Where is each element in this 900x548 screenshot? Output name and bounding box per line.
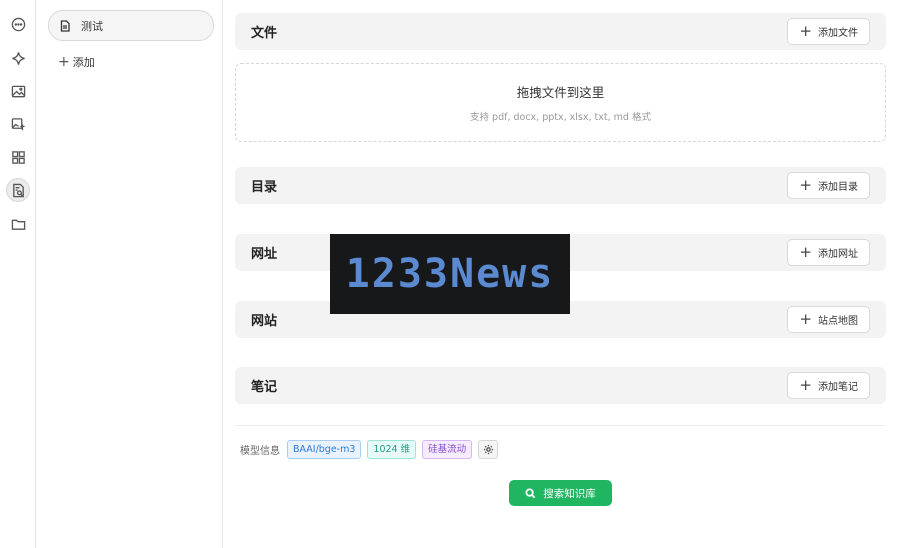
notes-section-header: 笔记 + 添加笔记 bbox=[235, 367, 886, 404]
plus-icon: + bbox=[799, 176, 812, 194]
files-section-title: 文件 bbox=[251, 26, 278, 41]
add-directory-label: 添加目录 bbox=[818, 182, 858, 193]
folder-icon[interactable] bbox=[6, 212, 30, 236]
divider bbox=[235, 425, 886, 426]
add-knowledge-base-label: 添加 bbox=[72, 56, 95, 69]
website-section-title: 网站 bbox=[251, 314, 278, 329]
dropzone-title: 拖拽文件到这里 bbox=[516, 85, 605, 100]
plus-icon: + bbox=[799, 376, 812, 394]
add-note-label: 添加笔记 bbox=[818, 382, 858, 393]
sitemap-button[interactable]: + 站点地图 bbox=[787, 306, 870, 333]
knowledge-base-item[interactable]: 测试 bbox=[48, 10, 214, 41]
dimensions-tag: 1024 维 bbox=[367, 439, 417, 459]
directory-section-header: 目录 + 添加目录 bbox=[235, 167, 886, 204]
sitemap-label: 站点地图 bbox=[818, 316, 858, 327]
knowledge-base-icon[interactable] bbox=[6, 178, 30, 202]
file-dropzone[interactable]: 拖拽文件到这里 支持 pdf, docx, pptx, xlsx, txt, m… bbox=[235, 63, 886, 142]
model-name-tag: BAAI/bge-m3 bbox=[287, 439, 362, 459]
model-info: 模型信息 BAAI/bge-m3 1024 维 硅基流动 bbox=[240, 439, 499, 459]
plus-icon: + bbox=[799, 243, 812, 261]
search-button-label: 搜索知识库 bbox=[543, 487, 596, 500]
plus-icon: + bbox=[799, 22, 812, 40]
icon-rail bbox=[0, 0, 36, 548]
plus-icon: + bbox=[799, 310, 812, 328]
add-knowledge-base-button[interactable]: + 添加 bbox=[58, 54, 95, 70]
image-edit-icon[interactable] bbox=[6, 112, 30, 136]
directory-section-title: 目录 bbox=[251, 180, 278, 195]
provider-tag: 硅基流动 bbox=[422, 439, 473, 459]
add-note-button[interactable]: + 添加笔记 bbox=[787, 372, 870, 399]
search-icon bbox=[525, 487, 536, 498]
chat-icon[interactable] bbox=[6, 12, 30, 36]
model-info-label: 模型信息 bbox=[240, 445, 280, 457]
image-icon[interactable] bbox=[6, 79, 30, 103]
add-directory-button[interactable]: + 添加目录 bbox=[787, 172, 870, 199]
search-knowledge-base-button[interactable]: 搜索知识库 bbox=[509, 480, 612, 506]
url-section-title: 网址 bbox=[251, 247, 278, 262]
knowledge-base-list: 测试 + 添加 bbox=[40, 0, 223, 548]
add-url-label: 添加网址 bbox=[818, 249, 858, 260]
add-url-button[interactable]: + 添加网址 bbox=[787, 239, 870, 266]
apps-icon[interactable] bbox=[6, 145, 30, 169]
add-file-button[interactable]: + 添加文件 bbox=[787, 18, 870, 45]
watermark: 1233News bbox=[330, 234, 570, 314]
notes-section-title: 笔记 bbox=[251, 380, 278, 395]
sparkle-icon[interactable] bbox=[6, 46, 30, 70]
document-icon bbox=[60, 19, 70, 32]
dropzone-subtitle: 支持 pdf, docx, pptx, xlsx, txt, md 格式 bbox=[470, 112, 651, 123]
files-section-header: 文件 + 添加文件 bbox=[235, 13, 886, 50]
plus-icon: + bbox=[58, 54, 70, 70]
settings-button[interactable] bbox=[478, 439, 499, 459]
add-file-label: 添加文件 bbox=[818, 28, 858, 39]
knowledge-base-item-label: 测试 bbox=[81, 19, 103, 33]
watermark-text: 1233News bbox=[345, 251, 555, 297]
gear-icon bbox=[483, 444, 493, 454]
